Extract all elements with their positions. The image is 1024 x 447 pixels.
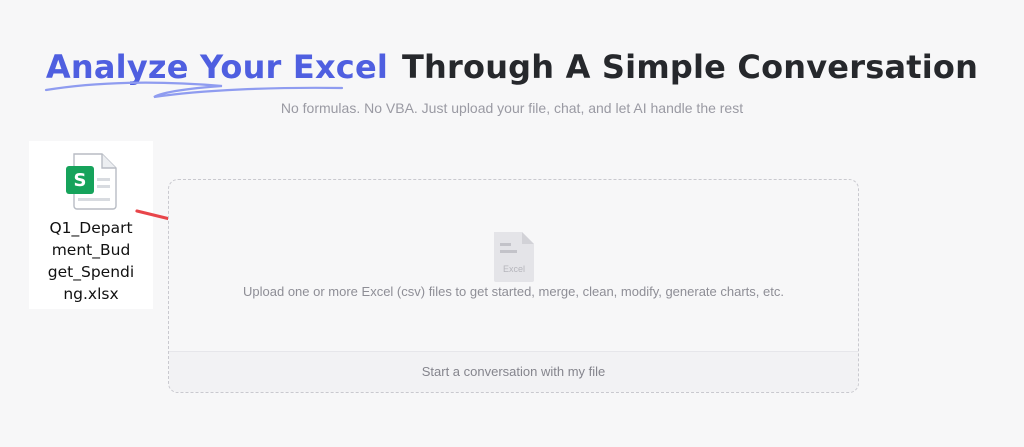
excel-file-icon: Excel (494, 232, 534, 282)
page-subtitle: No formulas. No VBA. Just upload your fi… (280, 100, 744, 116)
page-title: Analyze Your Excel Through A Simple Conve… (0, 44, 1024, 99)
title-rest: Through A Simple Conversation (402, 48, 979, 86)
upload-dropzone[interactable]: Excel Upload one or more Excel (csv) fil… (168, 179, 859, 393)
spreadsheet-file-icon: S (66, 153, 117, 210)
hero-section: Analyze Your Excel Through A Simple Conve… (0, 44, 1024, 116)
upload-hint: Upload one or more Excel (csv) files to … (243, 284, 784, 299)
title-accent: Analyze Your Excel (44, 44, 388, 99)
svg-text:Excel: Excel (503, 264, 525, 274)
svg-text:S: S (74, 170, 87, 191)
start-conversation-button[interactable]: Start a conversation with my file (169, 351, 858, 392)
title-underline-decoration (44, 81, 344, 99)
